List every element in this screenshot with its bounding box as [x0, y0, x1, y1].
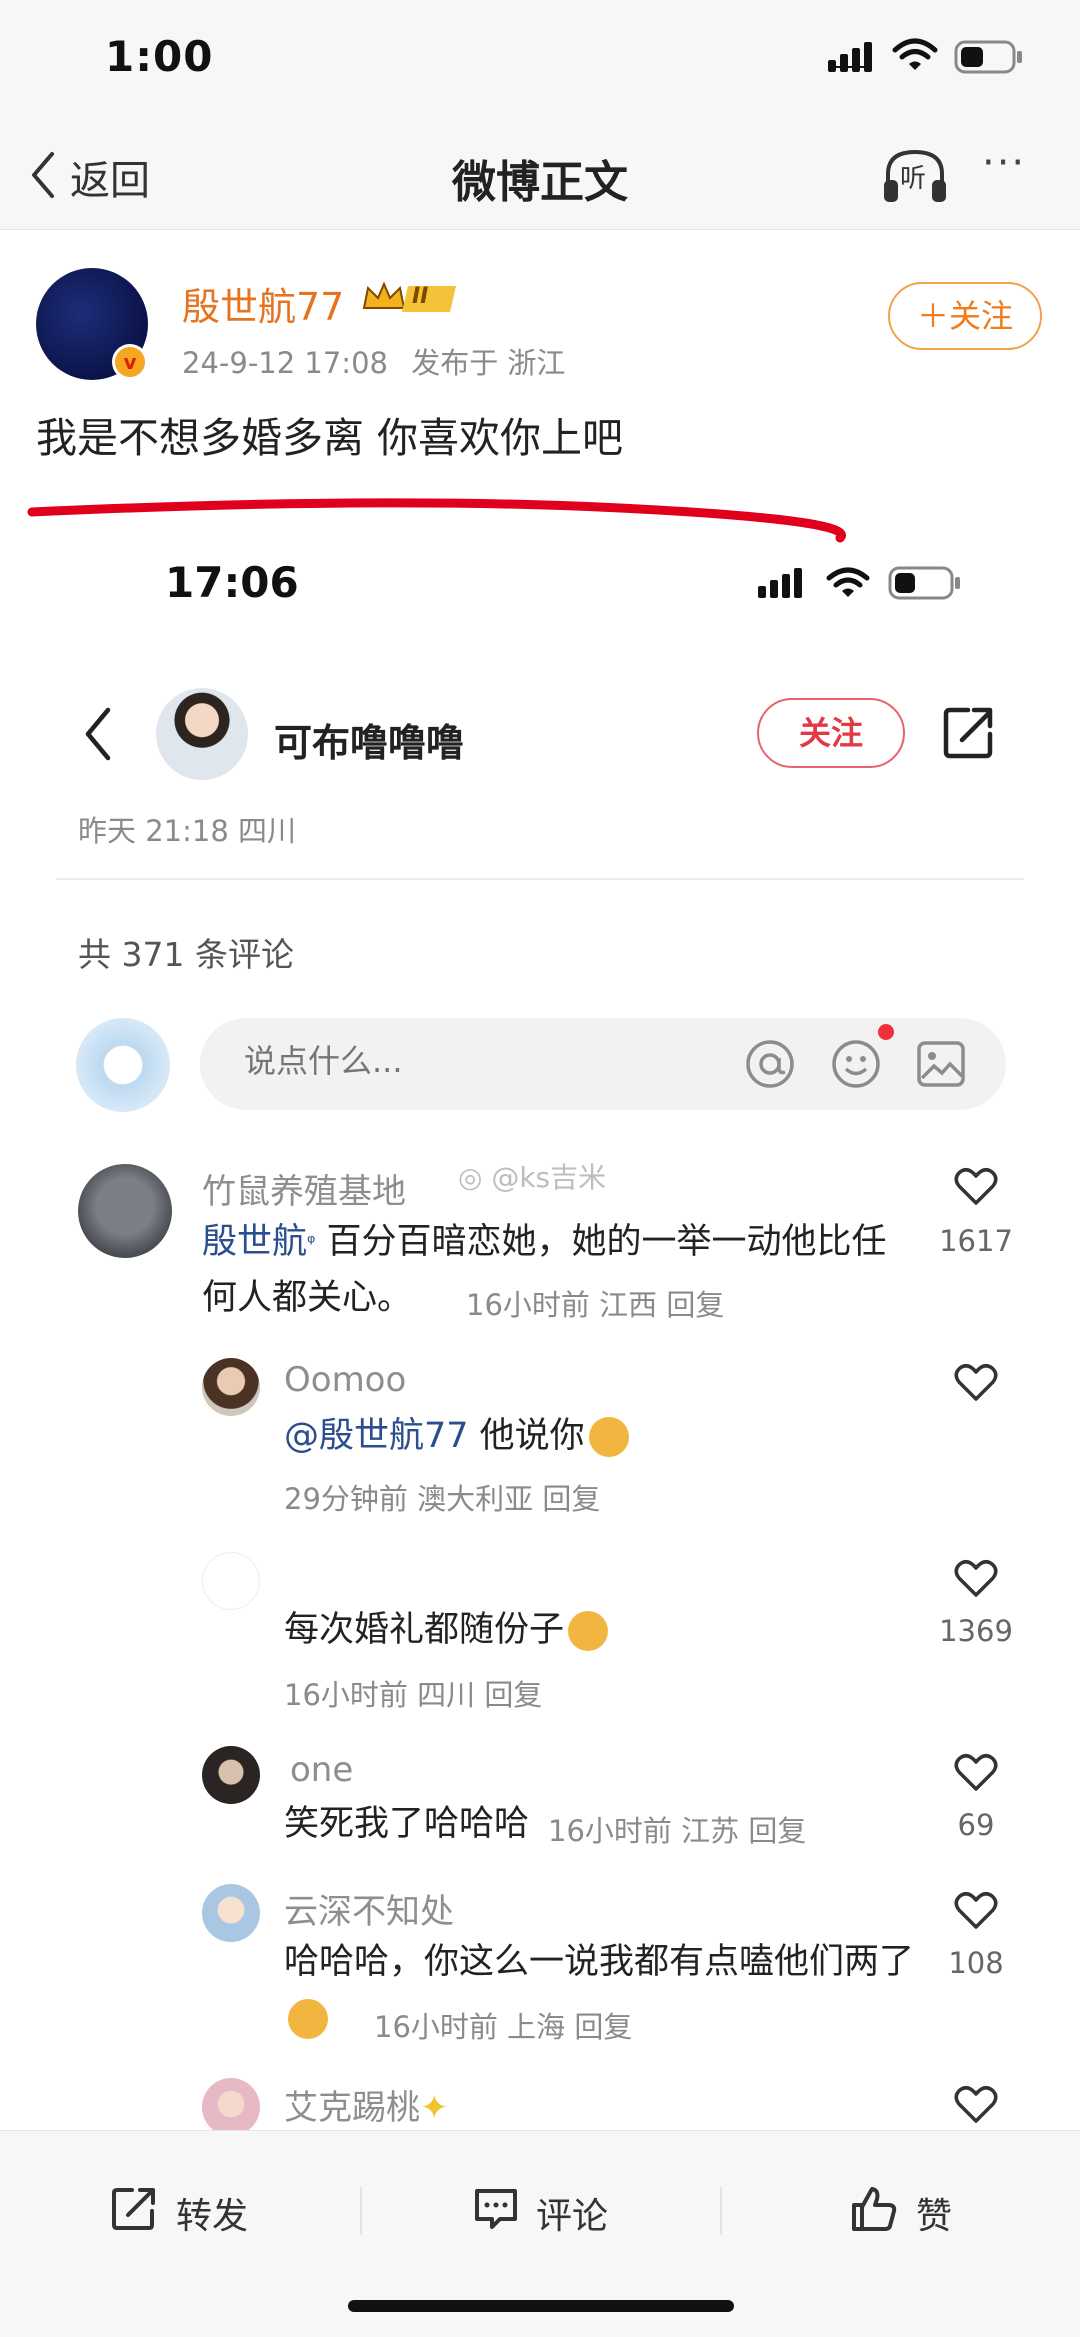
reply-body: 他说你: [468, 1416, 585, 1456]
heart-icon[interactable]: [954, 1362, 998, 1402]
reply-author[interactable]: Oomoo: [284, 1360, 406, 1400]
heart-icon[interactable]: [954, 2084, 998, 2124]
more-button[interactable]: ···: [982, 140, 1048, 200]
listen-button[interactable]: 听: [880, 144, 950, 206]
like-count: 1617: [939, 1224, 1013, 1258]
red-underline-stroke: [27, 498, 846, 543]
repost-button[interactable]: 转发: [110, 2175, 270, 2247]
author-name[interactable]: 殷世航77: [182, 276, 344, 331]
like-label: 赞: [916, 2196, 953, 2237]
reply-text: @殷世航77 他说你: [284, 1408, 904, 1464]
separator: [720, 2187, 722, 2235]
embedded-status-time: 17:06: [165, 558, 299, 607]
comment-button[interactable]: 评论: [472, 2175, 632, 2247]
reply-meta: 16小时前 上海 回复: [374, 2010, 633, 2044]
reply-meta: 29分钟前 澳大利亚 回复: [284, 1482, 601, 1516]
reply-text: 每次婚礼都随份子: [284, 1602, 904, 1658]
heart-icon[interactable]: [954, 1890, 998, 1930]
status-bar: 1:00: [0, 0, 1080, 120]
comment-count: 共 371 条评论: [78, 935, 294, 974]
wifi-icon: [892, 38, 938, 70]
like-count: 69: [957, 1808, 995, 1842]
share-icon[interactable]: [942, 704, 996, 760]
reply-avatar[interactable]: [202, 1746, 260, 1804]
reply-body: 笑死我了哈哈哈: [284, 1804, 530, 1844]
comment-mention[interactable]: 殷世航: [202, 1222, 307, 1262]
repost-icon: [112, 2188, 155, 2230]
reply-author[interactable]: 云深不知处: [284, 1884, 454, 1933]
verified-badge: v: [112, 344, 148, 380]
embedded-username[interactable]: 可布噜噜噜: [274, 712, 464, 767]
comment-avatar[interactable]: [78, 1164, 172, 1258]
post-timestamp: 24-9-12 17:08: [182, 346, 388, 380]
reply-body: 哈哈哈，你这么一说我都有点嗑他们两了: [284, 1942, 915, 1982]
vip-level: II: [412, 284, 429, 309]
post-location: 发布于 浙江: [411, 346, 566, 380]
heart-icon[interactable]: [954, 1166, 998, 1206]
reply-avatar[interactable]: [202, 1552, 260, 1610]
reply-avatar[interactable]: [202, 2078, 260, 2136]
emoji-sticker-icon: [288, 1999, 328, 2039]
watermark: ◎ @ks吉米: [458, 1156, 606, 1196]
heart-icon[interactable]: [954, 1558, 998, 1598]
emoji-sticker-icon: [568, 1611, 609, 1651]
reply-author-name: 艾克踢桃: [284, 2088, 420, 2128]
sparkle-icon: ✦: [420, 2088, 449, 2128]
comment-label: 评论: [536, 2196, 609, 2237]
reply-author[interactable]: 艾克踢桃✦: [284, 2080, 449, 2129]
reply-author[interactable]: one: [290, 1750, 353, 1790]
nav-header: 返回 微博正文 听 ···: [0, 120, 1080, 230]
listen-label: 听: [900, 164, 927, 194]
embedded-signal-icon: [758, 568, 802, 598]
embedded-back-icon[interactable]: [82, 706, 114, 762]
embedded-follow-button[interactable]: 关注: [757, 698, 905, 768]
battery-icon: [954, 40, 1022, 74]
separator: [360, 2187, 362, 2235]
comment-author[interactable]: 竹鼠养殖基地: [202, 1164, 406, 1213]
vip-crown-icon: [362, 281, 456, 312]
repost-label: 转发: [176, 2196, 249, 2237]
embedded-wifi-icon: [826, 567, 870, 597]
post-meta: 24-9-12 17:08 发布于 浙江: [182, 340, 565, 382]
status-time: 1:00: [105, 32, 214, 81]
at-mention-icon[interactable]: [744, 1038, 796, 1090]
like-count: 108: [948, 1946, 1004, 1980]
signal-icon: [828, 42, 872, 72]
reply-avatar[interactable]: [202, 1358, 260, 1416]
embedded-post-date: 昨天 21:18 四川: [78, 814, 297, 848]
like-button[interactable]: 赞: [850, 2175, 980, 2247]
my-avatar: [76, 1018, 170, 1112]
home-indicator: [348, 2300, 734, 2312]
reply-mention[interactable]: @殷世航77: [284, 1416, 469, 1456]
post-text: 我是不想多婚多离 你喜欢你上吧: [36, 414, 624, 462]
heart-icon[interactable]: [954, 1752, 998, 1792]
comment-icon: [475, 2189, 517, 2229]
reply-body: 每次婚礼都随份子: [284, 1610, 565, 1650]
reply-avatar[interactable]: [202, 1884, 260, 1942]
comment-meta: 16小时前 江西 回复: [466, 1288, 725, 1322]
watermark-text: @ks吉米: [491, 1161, 607, 1194]
weibo-logo-icon: ◎: [458, 1161, 483, 1194]
thumbs-up-icon: [852, 2187, 897, 2231]
embedded-battery-icon: [888, 566, 960, 600]
emoji-icon[interactable]: [830, 1038, 882, 1090]
follow-button[interactable]: ＋关注: [888, 282, 1042, 350]
image-icon[interactable]: [916, 1040, 966, 1088]
notification-dot: [878, 1024, 894, 1040]
like-count: 1369: [939, 1614, 1013, 1648]
embedded-user-avatar[interactable]: [156, 688, 248, 780]
reply-meta: 16小时前 四川 回复: [284, 1678, 543, 1712]
emoji-sticker-icon: [588, 1417, 629, 1457]
divider: [56, 878, 1024, 880]
comment-input[interactable]: [244, 1042, 694, 1080]
reply-meta: 16小时前 江苏 回复: [548, 1814, 807, 1848]
